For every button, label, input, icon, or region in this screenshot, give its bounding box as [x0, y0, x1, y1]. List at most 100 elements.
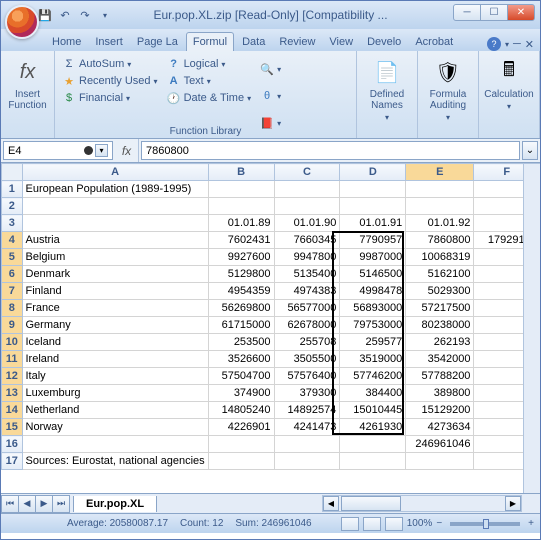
math-button[interactable]: θ▾ [257, 88, 284, 104]
cell[interactable] [406, 198, 474, 215]
cell[interactable]: 56269800 [208, 300, 274, 317]
row-header-16[interactable]: 16 [2, 436, 23, 453]
cell[interactable]: 01.01.90 [274, 215, 340, 232]
zoom-out-button[interactable]: − [436, 518, 442, 529]
defined-names-button[interactable]: 📄 Defined Names ▾ [361, 53, 413, 136]
save-icon[interactable]: 💾 [37, 7, 53, 23]
cell[interactable] [208, 453, 274, 470]
col-header-E[interactable]: E [406, 164, 474, 181]
cell[interactable]: 14805240 [208, 402, 274, 419]
financial-button[interactable]: $Financial▾ [59, 90, 161, 106]
formula-input[interactable]: 7860800 [141, 141, 520, 160]
cell[interactable] [340, 453, 406, 470]
cell[interactable]: 01.01.91 [340, 215, 406, 232]
tab-develo[interactable]: Develo [361, 33, 407, 51]
cell[interactable] [274, 436, 340, 453]
row-header-7[interactable]: 7 [2, 283, 23, 300]
cell[interactable] [340, 198, 406, 215]
cell[interactable]: 3542000 [406, 351, 474, 368]
tab-formul[interactable]: Formul [186, 32, 234, 51]
minimize-ribbon-icon[interactable]: ─ [513, 38, 521, 50]
cell[interactable]: Germany [22, 317, 208, 334]
cell[interactable]: 57217500 [406, 300, 474, 317]
cell[interactable]: Ireland [22, 351, 208, 368]
col-header-C[interactable]: C [274, 164, 340, 181]
undo-icon[interactable]: ↶ [57, 7, 73, 23]
lookup-button[interactable]: 🔍▾ [257, 61, 284, 77]
cell[interactable]: 389800 [406, 385, 474, 402]
fx-button[interactable]: fx [115, 139, 139, 162]
cell[interactable]: 57504700 [208, 368, 274, 385]
formula-auditing-button[interactable]: 🛡 Formula Auditing ▾ [422, 53, 474, 136]
cell[interactable] [208, 436, 274, 453]
page-break-view-button[interactable] [385, 517, 403, 531]
cell[interactable]: 5135400 [274, 266, 340, 283]
next-sheet-button[interactable]: ▶ [35, 495, 53, 513]
cell[interactable]: 3519000 [340, 351, 406, 368]
cell[interactable]: 15010445 [340, 402, 406, 419]
minimize-button[interactable]: ─ [453, 4, 481, 21]
cell[interactable]: 384400 [340, 385, 406, 402]
row-header-14[interactable]: 14 [2, 402, 23, 419]
cell[interactable]: Sources: Eurostat, national agencies [22, 453, 208, 470]
cell[interactable]: 15129200 [406, 402, 474, 419]
help-icon[interactable]: ? [487, 37, 501, 51]
tab-view[interactable]: View [323, 33, 359, 51]
cell[interactable]: 9987000 [340, 249, 406, 266]
date-time-button[interactable]: 🕐Date & Time▾ [164, 90, 255, 106]
cell[interactable]: 4261930 [340, 419, 406, 436]
cell[interactable] [274, 198, 340, 215]
first-sheet-button[interactable]: ⏮ [1, 495, 19, 513]
cell[interactable]: 80238000 [406, 317, 474, 334]
cell[interactable] [274, 453, 340, 470]
cell[interactable]: 4226901 [208, 419, 274, 436]
cell[interactable] [208, 181, 274, 198]
tab-data[interactable]: Data [236, 33, 271, 51]
col-header-A[interactable]: A [22, 164, 208, 181]
expand-formula-bar-icon[interactable]: ⌄ [522, 141, 538, 160]
cell[interactable]: 01.01.89 [208, 215, 274, 232]
cell[interactable]: Denmark [22, 266, 208, 283]
cell[interactable]: 9947800 [274, 249, 340, 266]
row-header-11[interactable]: 11 [2, 351, 23, 368]
row-header-3[interactable]: 3 [2, 215, 23, 232]
sheet-tab[interactable]: Eur.pop.XL [73, 496, 157, 512]
cell[interactable] [340, 436, 406, 453]
namebox-dropdown-icon[interactable]: ▾ [95, 144, 108, 157]
zoom-slider[interactable] [450, 522, 520, 526]
cell[interactable] [22, 436, 208, 453]
cell[interactable]: 57788200 [406, 368, 474, 385]
tab-acrobat[interactable]: Acrobat [409, 33, 459, 51]
cell[interactable]: 14892574 [274, 402, 340, 419]
last-sheet-button[interactable]: ⏭ [52, 495, 70, 513]
row-header-1[interactable]: 1 [2, 181, 23, 198]
cell[interactable]: 5129800 [208, 266, 274, 283]
select-all-corner[interactable] [2, 164, 23, 181]
cell[interactable]: 3505500 [274, 351, 340, 368]
cell[interactable]: 7790957 [340, 232, 406, 249]
recently-used-button[interactable]: ★Recently Used▾ [59, 73, 161, 89]
cell[interactable]: Finland [22, 283, 208, 300]
cell[interactable]: Luxemburg [22, 385, 208, 402]
tab-page la[interactable]: Page La [131, 33, 184, 51]
cell[interactable] [406, 181, 474, 198]
cell[interactable]: 253500 [208, 334, 274, 351]
cell[interactable]: 259577 [340, 334, 406, 351]
row-header-5[interactable]: 5 [2, 249, 23, 266]
row-header-17[interactable]: 17 [2, 453, 23, 470]
row-header-9[interactable]: 9 [2, 317, 23, 334]
close-button[interactable]: ✕ [507, 4, 535, 21]
normal-view-button[interactable] [341, 517, 359, 531]
row-header-6[interactable]: 6 [2, 266, 23, 283]
row-header-12[interactable]: 12 [2, 368, 23, 385]
cell[interactable]: 7660345 [274, 232, 340, 249]
cell[interactable]: 01.01.92 [406, 215, 474, 232]
row-header-13[interactable]: 13 [2, 385, 23, 402]
cell[interactable]: 255708 [274, 334, 340, 351]
vertical-scrollbar[interactable] [523, 164, 540, 494]
col-header-B[interactable]: B [208, 164, 274, 181]
calculation-button[interactable]: 🖩 Calculation ▾ [483, 53, 535, 136]
row-header-8[interactable]: 8 [2, 300, 23, 317]
tab-insert[interactable]: Insert [89, 33, 129, 51]
cell[interactable]: 57746200 [340, 368, 406, 385]
